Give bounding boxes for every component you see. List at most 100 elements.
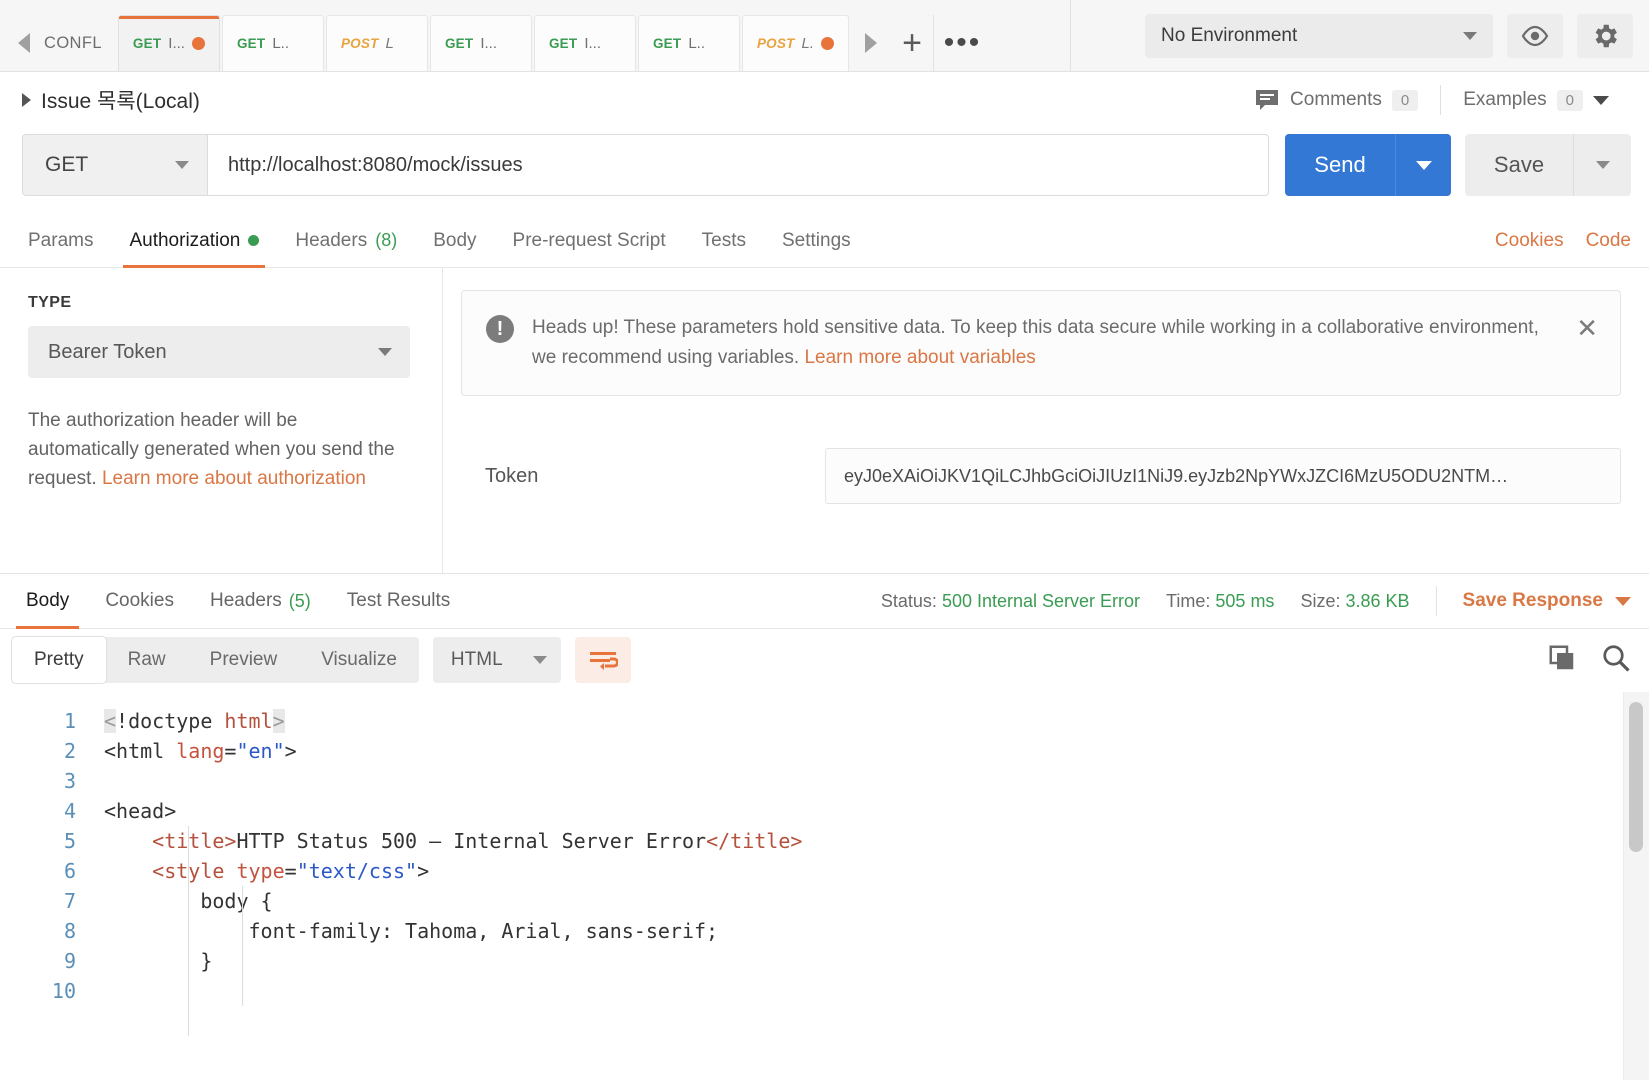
search-icon (1603, 644, 1630, 672)
code-link[interactable]: Code (1586, 230, 1631, 252)
code-token: HTTP Status 500 – Internal Server Error (236, 829, 707, 853)
chevron-down-icon (1415, 160, 1432, 170)
request-tab-method: POST (756, 36, 795, 51)
save-response-button[interactable]: Save Response (1463, 590, 1631, 612)
tab-body[interactable]: Body (415, 214, 494, 267)
code-line: body { (104, 886, 1649, 916)
examples-button[interactable]: Examples 0 (1441, 82, 1631, 118)
request-tab[interactable]: POST L (325, 15, 428, 71)
view-mode-preview[interactable]: Preview (188, 637, 300, 683)
response-view-actions (1547, 643, 1631, 678)
environment-selector[interactable]: No Environment (1145, 13, 1493, 58)
tabs-scroll-right-button[interactable] (851, 15, 892, 71)
response-tab-label: Cookies (105, 590, 174, 611)
line-number: 7 (63, 889, 76, 913)
request-tab[interactable]: GET I... (117, 15, 220, 71)
response-format-selector[interactable]: HTML (432, 637, 561, 683)
copy-response-button[interactable] (1547, 643, 1577, 678)
request-tabs-host: Params Authorization Headers (8) Body Pre-req… (10, 214, 869, 268)
line-number: 1 (63, 709, 76, 733)
auth-type-selector[interactable]: Bearer Token (28, 326, 410, 378)
response-tab-label: Test Results (346, 590, 451, 611)
response-scrollbar-thumb[interactable] (1629, 702, 1643, 852)
response-tab-test-results[interactable]: Test Results (329, 574, 468, 629)
response-tab-cookies[interactable]: Cookies (87, 574, 192, 629)
comments-count: 0 (1391, 89, 1419, 111)
url-input[interactable]: http://localhost:8080/mock/issues (207, 134, 1269, 196)
request-tab-name: I... (168, 35, 185, 52)
view-mode-raw[interactable]: Raw (106, 637, 188, 683)
send-options-button[interactable] (1395, 134, 1451, 196)
save-options-button[interactable] (1573, 134, 1631, 196)
tabs-more-button[interactable]: ••• (933, 15, 991, 71)
unsaved-indicator-icon (821, 37, 835, 50)
tab-params[interactable]: Params (10, 214, 111, 267)
token-input[interactable]: eyJ0eXAiOiJKV1QiLCJhbGciOiJIUzI1NiJ9.eyJ… (825, 448, 1621, 504)
request-tab-method: POST (340, 36, 379, 51)
tab-label: Body (433, 229, 477, 251)
new-tab-button[interactable]: + (891, 15, 933, 71)
response-tab-body[interactable]: Body (8, 574, 87, 629)
request-tab-name: L.. (688, 35, 705, 52)
code-token: = (224, 739, 237, 763)
request-tab[interactable]: GET L.. (221, 15, 324, 71)
tabs-scroll-left-button[interactable] (4, 15, 44, 71)
tab-settings[interactable]: Settings (764, 214, 869, 267)
collection-tab[interactable]: CONFL (44, 15, 116, 71)
code-token: <title> (152, 829, 237, 853)
tab-label: Settings (782, 229, 851, 251)
view-mode-switcher: Pretty Raw Preview Visualize (12, 637, 419, 683)
request-tab-method: GET (652, 36, 682, 51)
request-tab[interactable]: GET L.. (637, 15, 740, 71)
auth-detail-column: ! Heads up! These parameters hold sensit… (443, 268, 1649, 573)
close-icon[interactable]: ✕ (1576, 315, 1598, 341)
code-token: > (272, 709, 285, 733)
search-response-button[interactable] (1601, 643, 1631, 678)
response-code[interactable]: <!doctype html> <html lang="en"> <head> <… (92, 692, 1649, 1080)
cookies-link[interactable]: Cookies (1495, 230, 1564, 252)
chevron-down-icon[interactable] (1593, 95, 1609, 105)
tab-headers[interactable]: Headers (8) (277, 214, 415, 267)
chevron-down-icon (1595, 161, 1610, 169)
response-scroll-track[interactable] (1623, 692, 1649, 1080)
line-number: 4 (63, 799, 76, 823)
tab-authorization[interactable]: Authorization (111, 214, 277, 268)
settings-button[interactable] (1577, 13, 1633, 58)
response-view-bar: Pretty Raw Preview Visualize HTML (0, 629, 1649, 691)
tab-pre-request-script[interactable]: Pre-request Script (495, 214, 684, 267)
variables-learn-more-link[interactable]: Learn more about variables (804, 347, 1035, 368)
request-tab-name: I... (584, 35, 601, 52)
auth-type-label: TYPE (28, 294, 72, 311)
view-mode-visualize[interactable]: Visualize (299, 637, 419, 683)
environment-quick-look-button[interactable] (1507, 13, 1563, 58)
breadcrumb[interactable]: Issue 목록(Local) (22, 85, 1232, 115)
response-tab-headers[interactable]: Headers (5) (192, 574, 329, 629)
tab-label: Tests (701, 229, 746, 251)
save-button[interactable]: Save (1465, 134, 1573, 196)
send-group: Send (1285, 134, 1451, 196)
code-token: <html (104, 739, 177, 763)
examples-label: Examples (1463, 89, 1547, 110)
send-button[interactable]: Send (1285, 134, 1395, 196)
auth-learn-more-link[interactable]: Learn more about authorization (102, 468, 366, 489)
examples-count: 0 (1556, 89, 1583, 111)
comments-button[interactable]: Comments 0 (1232, 82, 1440, 118)
code-token: lang (176, 739, 225, 763)
postman-window: CONFL GET I... GET L.. POST L GET I... GET I... GE… (0, 0, 1649, 1080)
request-tab[interactable]: GET I... (533, 15, 636, 71)
line-number: 9 (63, 949, 76, 973)
request-tab-name: L (385, 35, 394, 52)
chevron-right-icon (865, 33, 878, 53)
request-tab-name: L.. (272, 35, 289, 52)
http-method-selector[interactable]: GET (22, 134, 207, 196)
tab-tests[interactable]: Tests (684, 214, 764, 267)
request-tab[interactable]: GET I... (429, 15, 532, 71)
word-wrap-button[interactable] (574, 637, 631, 683)
tab-label: Authorization (129, 229, 241, 251)
chevron-right-icon[interactable] (22, 93, 31, 107)
view-mode-pretty[interactable]: Pretty (12, 637, 106, 683)
request-tab[interactable]: POST L. (741, 15, 850, 71)
exclamation-circle-icon: ! (486, 315, 514, 343)
response-body-viewer[interactable]: 1 2 3 4 5 6 7 8 9 10 <!doctype html> <html lang="e… (0, 691, 1649, 1080)
tab-label: Pre-request Script (512, 229, 666, 251)
